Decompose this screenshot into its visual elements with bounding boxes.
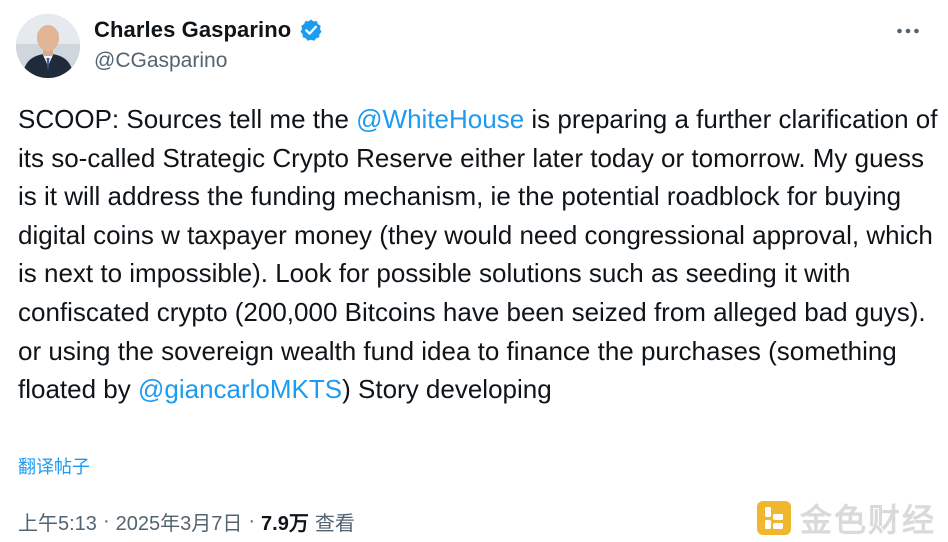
translate-post-link[interactable]: 翻译帖子 — [18, 453, 90, 479]
mention-link-giancarlomkts[interactable]: @giancarloMKTS — [138, 374, 342, 404]
more-options-button[interactable] — [894, 17, 922, 45]
watermark: 金色财经 — [756, 495, 936, 541]
author-handle[interactable]: @CGasparino — [94, 49, 227, 73]
tweet-time[interactable]: 上午5:13 — [18, 507, 97, 536]
meta-separator: · — [248, 510, 256, 532]
mention-link-whitehouse[interactable]: @WhiteHouse — [356, 104, 524, 134]
tweet-text-segment: is preparing a further clarification of … — [18, 104, 945, 405]
author-display-name[interactable]: Charles Gasparino — [94, 17, 291, 43]
tweet-text: SCOOP: Sources tell me the @WhiteHouse i… — [18, 100, 938, 409]
meta-separator: · — [102, 510, 110, 532]
avatar-image — [16, 14, 80, 78]
tweet-text-segment: SCOOP: Sources tell me the — [18, 104, 357, 134]
tweet-text-segment: ) Story developing — [342, 374, 552, 405]
watermark-text: 金色财经 — [799, 502, 936, 538]
tweet-date[interactable]: 2025年3月7日 — [116, 507, 243, 536]
tweet-meta: 上午5:13 · 2025年3月7日 · 7.9万 查看 — [18, 507, 355, 536]
more-horizontal-icon — [897, 28, 919, 34]
views-label: 查看 — [314, 513, 355, 535]
jinse-logo-icon — [756, 501, 791, 535]
verified-badge-icon[interactable] — [299, 18, 323, 42]
avatar[interactable] — [16, 14, 80, 78]
author-name-row: Charles Gasparino — [94, 16, 323, 44]
views-count: 7.9万 — [261, 513, 309, 535]
